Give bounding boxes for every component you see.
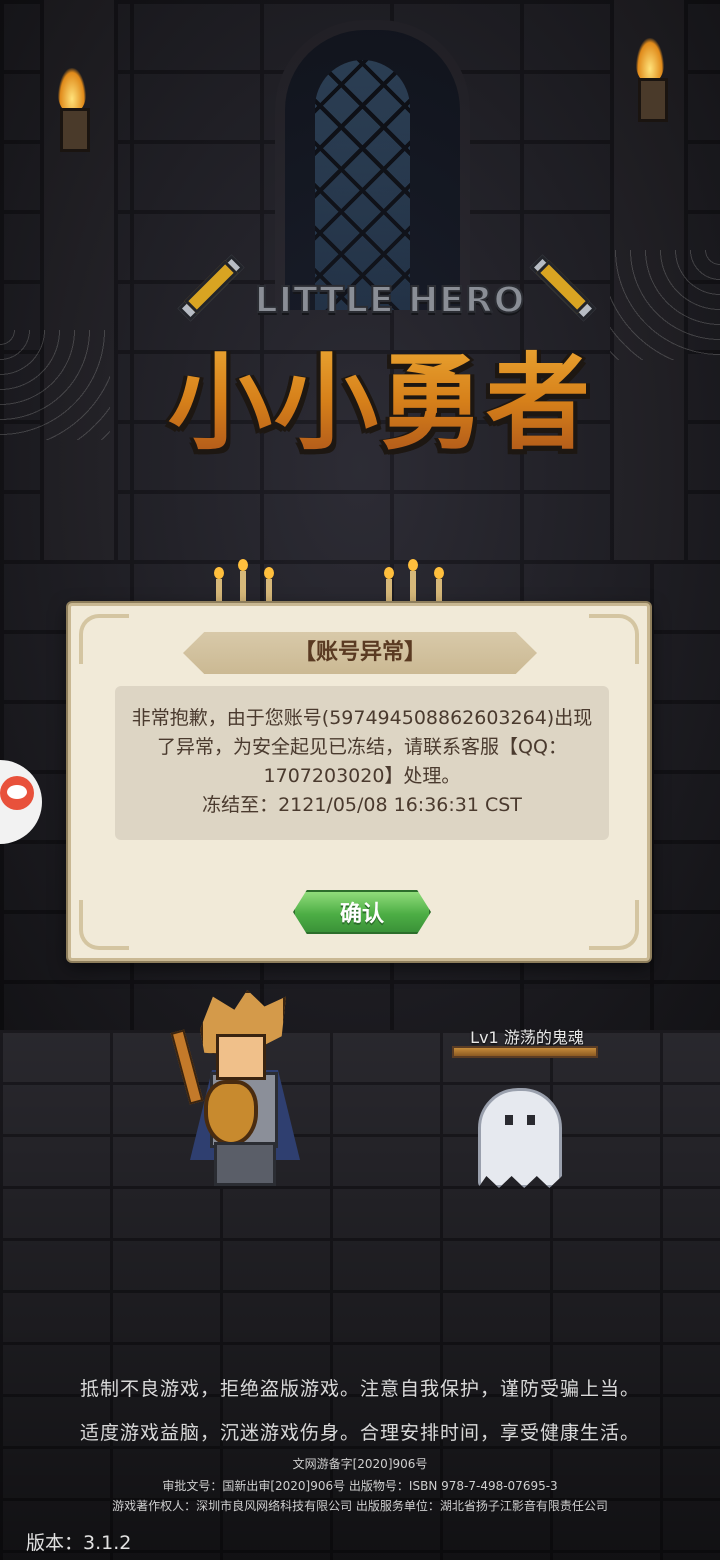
sword-guard bbox=[184, 260, 238, 314]
candle bbox=[264, 567, 274, 605]
candle bbox=[238, 559, 248, 605]
sword-icon bbox=[172, 250, 245, 322]
account-frozen-dialog: 【账号异常】 非常抱歉，由于您账号(597494508862603264)出现了… bbox=[68, 603, 650, 961]
health-notice-line-1: 抵制不良游戏，拒绝盗版游戏。注意自我保护，谨防受骗上当。 bbox=[79, 1378, 640, 1400]
enemy-name-label: Lv1 游荡的鬼魂 bbox=[470, 1028, 584, 1047]
candle bbox=[434, 567, 444, 605]
sword-icon bbox=[529, 250, 602, 322]
logo-subtitle: LITTLE HERO bbox=[254, 279, 526, 322]
hero-character bbox=[170, 990, 310, 1190]
ghost-eye bbox=[505, 1115, 513, 1125]
dialog-corner-ornament bbox=[589, 614, 639, 664]
health-notice-line-2: 适度游戏益脑，沉迷游戏伤身。合理安排时间，享受健康生活。 bbox=[79, 1422, 640, 1444]
assistant-face-icon bbox=[0, 776, 34, 810]
enemy-hp-bar bbox=[452, 1046, 598, 1058]
flame-icon bbox=[58, 68, 86, 112]
candle bbox=[214, 567, 224, 605]
ghost-eye bbox=[527, 1115, 535, 1125]
dialog-message-box: 非常抱歉，由于您账号(597494508862603264)出现了异常，为安全起… bbox=[115, 686, 609, 840]
torch-holder bbox=[60, 108, 90, 152]
cobweb-left bbox=[0, 330, 110, 440]
copyright-line: 游戏著作权人：深圳市良风网络科技有限公司 出版服务单位：湖北省扬子江影音有限责任… bbox=[112, 1499, 608, 1513]
torch-left bbox=[52, 68, 92, 158]
dialog-message: 非常抱歉，由于您账号(597494508862603264)出现了异常，为安全起… bbox=[131, 707, 593, 787]
dialog-title: 【账号异常】 bbox=[293, 640, 426, 665]
candle bbox=[384, 567, 394, 605]
version-label: 版本：3.1.2 bbox=[26, 1532, 132, 1554]
confirm-button[interactable]: 确认 bbox=[293, 890, 431, 934]
dialog-corner-ornament bbox=[589, 900, 639, 950]
hero-sword bbox=[170, 1029, 204, 1105]
ghost-enemy bbox=[478, 1088, 562, 1188]
enemy-hp-fill bbox=[454, 1048, 596, 1056]
sword-guard bbox=[536, 260, 590, 314]
torch-right bbox=[630, 38, 670, 128]
license-line: 文网游备字[2020]906号 bbox=[292, 1457, 428, 1471]
shield-icon bbox=[204, 1080, 258, 1146]
flame-icon bbox=[636, 38, 664, 82]
approval-line: 审批文号：国新出审[2020]906号 出版物号：ISBN 978-7-498-… bbox=[162, 1479, 558, 1493]
logo-title: 小小勇者 bbox=[120, 318, 640, 469]
candelabra-left bbox=[210, 555, 290, 605]
torch-holder bbox=[638, 78, 668, 122]
frozen-until-text: 冻结至：2121/05/08 16:36:31 CST bbox=[202, 794, 522, 816]
dialog-corner-ornament bbox=[79, 614, 129, 664]
dialog-corner-ornament bbox=[79, 900, 129, 950]
candelabra-right bbox=[380, 555, 460, 605]
hero-face bbox=[216, 1034, 266, 1080]
candle bbox=[408, 559, 418, 605]
game-logo: LITTLE HERO 小小勇者 bbox=[120, 240, 640, 464]
hero-legs bbox=[214, 1142, 276, 1186]
